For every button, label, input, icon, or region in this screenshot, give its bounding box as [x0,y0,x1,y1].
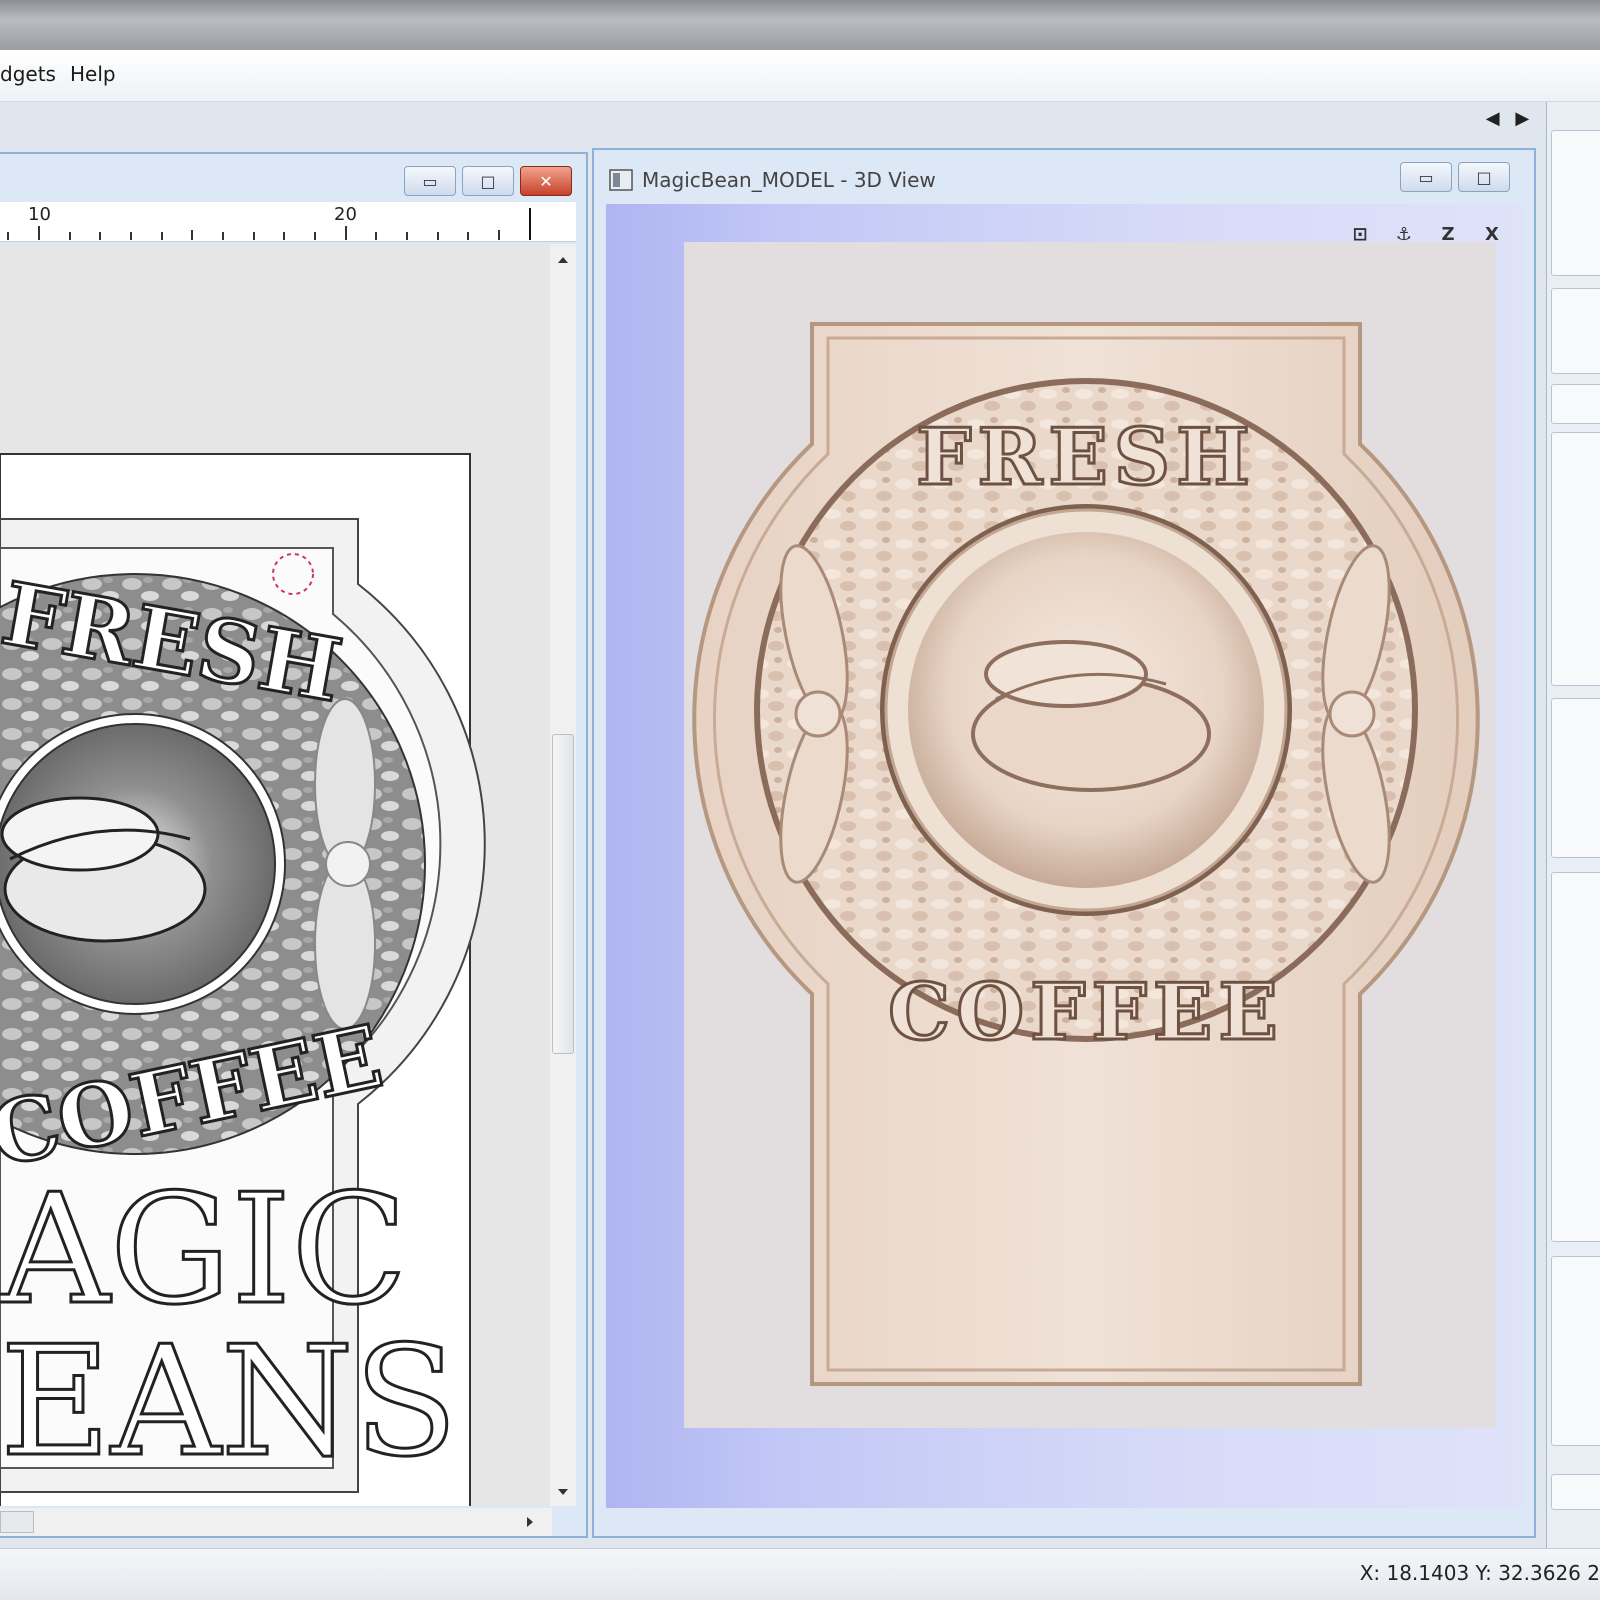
beans-text-2d: EANS [0,1313,458,1490]
window-doc-icon [609,169,633,191]
title-bar [0,0,1600,50]
view-z-icon[interactable]: Z [1430,216,1466,252]
fresh-text-3d: FRESH [916,412,1256,503]
magic-text-2d: AGIC [0,1161,408,1338]
minimize-button[interactable]: ▭ [1400,162,1452,192]
view-3d-window-buttons: ▭ □ [1400,162,1510,192]
fit-view-icon[interactable]: ⊡ [1342,216,1378,252]
model-3d-render: FRESH COFFEE [684,242,1496,1428]
panel-section [1551,872,1600,1242]
right-side-panel [1546,102,1600,1548]
workspace: ◀ ▶ ✕ ▭ □ ✕ 10 20 [0,102,1600,1561]
vertical-scrollbar[interactable] [550,244,576,1506]
minimize-button[interactable]: ▭ [404,166,456,196]
view-orientation-toolbar: ⊡ ⚓ Z X [1342,216,1510,252]
anchor-view-icon[interactable]: ⚓ [1386,216,1422,252]
maximize-button[interactable]: □ [1458,162,1510,192]
panel-section [1551,1256,1600,1446]
viewport-3d[interactable]: FRESH COFFEE ⊡ ⚓ Z X [606,204,1524,1508]
view-x-icon[interactable]: X [1474,216,1510,252]
panel-section [1551,130,1600,276]
menu-bar: dgets Help [0,50,1600,102]
panel-section [1551,698,1600,858]
drawing-canvas-2d[interactable]: FRESH COFFEE AGIC EANS [0,244,552,1561]
tab-prev-icon[interactable]: ◀ [1486,108,1500,129]
tab-next-icon[interactable]: ▶ [1515,108,1529,129]
menu-gadgets[interactable]: dgets [0,62,56,86]
panel-button[interactable] [1551,1474,1600,1510]
view-2d-window: ▭ □ ✕ 10 20 FRESH COFFEE AGIC EANS [0,152,588,1561]
panel-section [1551,384,1600,424]
horizontal-scrollbar[interactable] [0,1508,552,1536]
scroll-right-icon[interactable] [520,1508,540,1536]
panel-section [1551,432,1600,686]
close-button[interactable]: ✕ [520,166,572,196]
design-2d-artwork: FRESH COFFEE AGIC EANS [0,453,486,1561]
horizontal-scroll-thumb[interactable] [0,1511,34,1533]
panel-section [1551,288,1600,374]
cursor-coordinates: X: 18.1403 Y: 32.3626 2 [1359,1561,1600,1585]
coffee-text-3d: COFFEE [888,967,1284,1058]
scroll-up-icon[interactable] [550,250,576,270]
view-3d-window: MagicBean_MODEL - 3D View ▭ □ FRESH COFF… [592,148,1536,1538]
ruler-ticks [7,208,531,240]
app-window: dgets Help ◀ ▶ ✕ ▭ □ ✕ 10 20 [0,0,1600,1600]
vertical-scroll-thumb[interactable] [552,734,574,1054]
menu-help[interactable]: Help [70,62,116,86]
horizontal-ruler: 10 20 [0,202,576,242]
maximize-button[interactable]: □ [462,166,514,196]
scroll-down-icon[interactable] [550,1482,576,1502]
status-bar: X: 18.1403 Y: 32.3626 2 [0,1548,1600,1600]
view-3d-title: MagicBean_MODEL - 3D View [642,168,936,192]
view-2d-window-buttons: ▭ □ ✕ [404,166,572,196]
